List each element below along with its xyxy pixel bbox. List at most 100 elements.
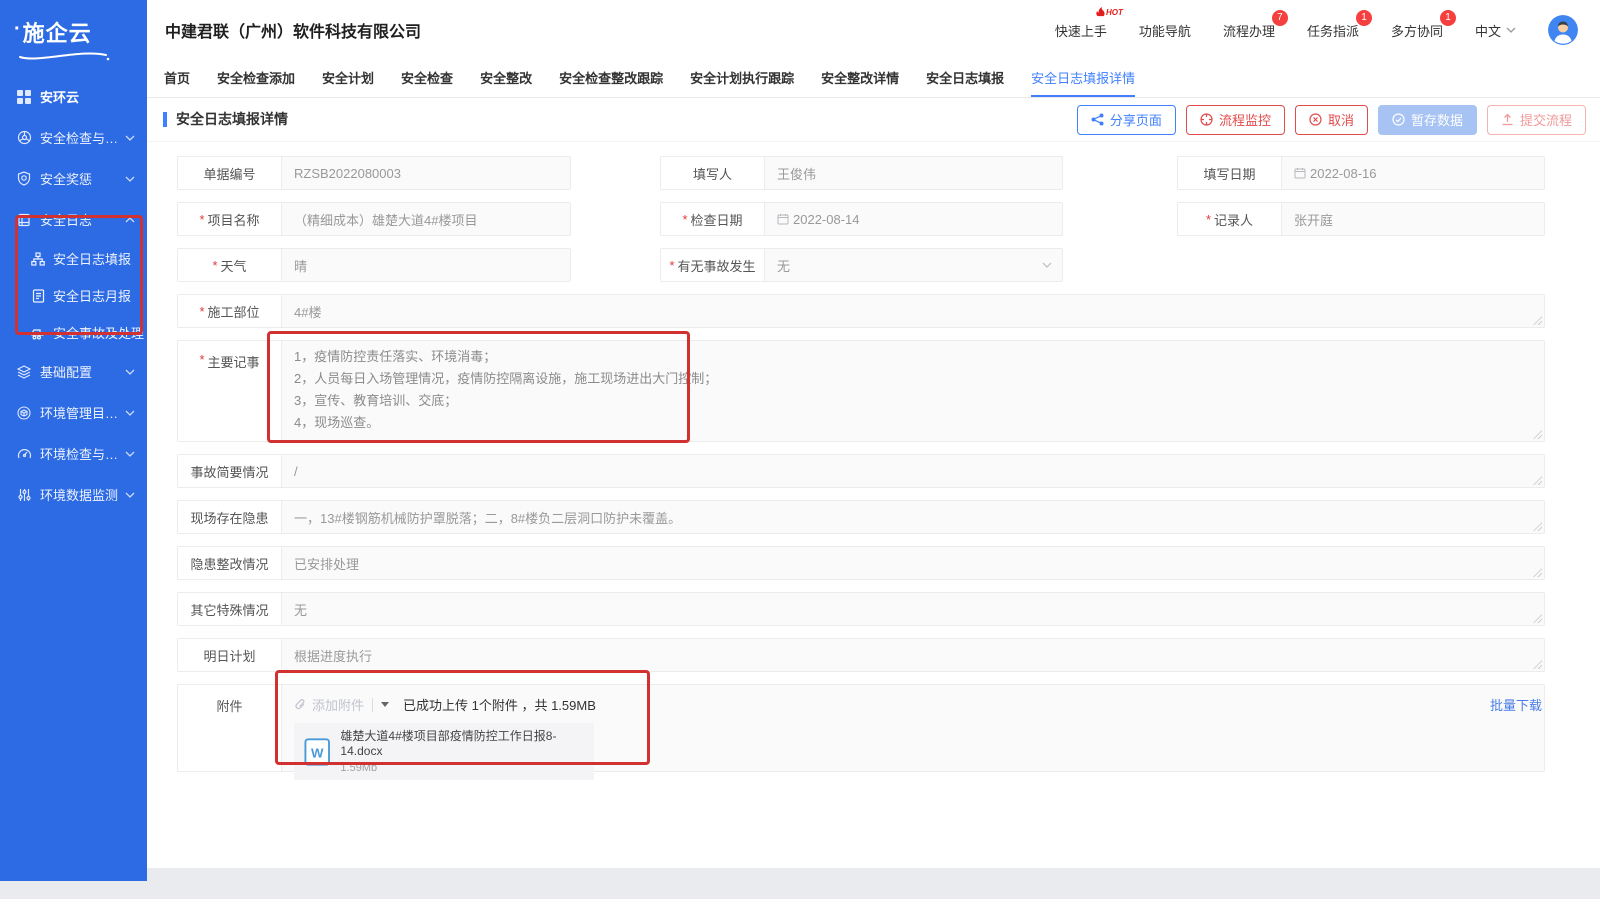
field-label: *记录人 [1178,203,1282,235]
share-icon [1091,113,1104,126]
field-attachment: 附件 添加附件 已成功上传 1个附件 ，共 1.59MB [177,684,1545,772]
paperclip-icon [294,698,306,711]
nav-process-handling[interactable]: 7 流程办理 [1223,21,1275,40]
sidebar-item-label: 环境数据监测 [40,485,125,504]
upload-status-text: 已成功上传 1个附件 ，共 1.59MB [403,695,596,714]
field-label: 填写人 [661,157,765,189]
sidebar-subitem-safety-log-fill[interactable]: 安全日志填报 [0,240,147,277]
process-monitor-button[interactable]: 流程监控 [1186,105,1285,135]
avatar[interactable] [1548,15,1578,45]
sidebar-item-safety-check-rectify[interactable]: 安全检查与整改 [0,117,147,158]
form-row: 其它特殊情况 无 [177,592,1545,626]
nav-label: 功能导航 [1139,24,1191,39]
sidebar-item-safety-log[interactable]: 安全日志 [0,199,147,240]
sidebar-subitem-label: 安全日志月报 [53,286,131,305]
package-icon [16,406,32,420]
nav-task-assign[interactable]: 1 任务指派 [1307,21,1359,40]
field-hazard-rectification: 隐患整改情况 已安排处理 [177,546,1545,580]
hazard-rectification-value[interactable]: 已安排处理 [282,547,1544,579]
accident-occurred-select[interactable]: 无 [765,249,1062,281]
document-number-value[interactable]: RZSB2022080003 [282,157,570,189]
check-circle-icon [1392,113,1405,126]
tab-safety-rectify[interactable]: 安全整改 [480,60,532,97]
monitor-icon [1200,113,1213,126]
tab-safety-log-fill-detail[interactable]: 安全日志填报详情 [1031,60,1135,97]
save-draft-button[interactable]: 暂存数据 [1378,105,1477,135]
nav-multi-collab[interactable]: 1 多方协同 [1391,21,1443,40]
filler-value[interactable]: 王俊伟 [765,157,1062,189]
field-label: *有无事故发生 [661,249,765,281]
submit-process-button[interactable]: 提交流程 [1487,105,1586,135]
content-panel: 单据编号 RZSB2022080003 填写人 王俊伟 填写日期 2022-08… [147,141,1600,868]
sidebar-item-safety-reward[interactable]: 安全奖惩 [0,158,147,199]
tab-home[interactable]: 首页 [164,60,190,97]
tab-safety-plan[interactable]: 安全计划 [322,60,374,97]
share-page-button[interactable]: 分享页面 [1077,105,1176,135]
field-label: *主要记事 [178,341,282,441]
sidebar-subitem-label: 安全日志填报 [53,249,131,268]
other-special-value[interactable]: 无 [282,593,1544,625]
tomorrow-plan-value[interactable]: 根据进度执行 [282,639,1544,671]
nav-quick-start[interactable]: HOT 快速上手 [1055,21,1107,40]
sidebar-subitem-safety-accident[interactable]: 安全事故及处理 [0,314,147,351]
shield-icon [16,171,32,186]
required-mark: * [682,212,687,227]
action-buttons: 分享页面 流程监控 取消 暂存数据 提交流程 [1077,105,1586,135]
tab-safety-check-rectify-track[interactable]: 安全检查整改跟踪 [559,60,663,97]
attachment-file-item[interactable]: W 雄楚大道4#楼项目部疫情防控工作日报8-14.docx 1.59Mb [294,723,594,780]
site-hazards-value[interactable]: 一，13#楼钢筋机械防护罩脱落；二，8#楼负二层洞口防护未覆盖。 [282,501,1544,533]
required-mark: * [199,212,204,227]
sidebar-item-basic-config[interactable]: 基础配置 [0,351,147,392]
sidebar-item-env-data-monitor[interactable]: 环境数据监测 [0,474,147,515]
attachment-area: 添加附件 已成功上传 1个附件 ，共 1.59MB W 雄楚大道4#楼项目部疫情… [282,685,1544,771]
sliders-icon [16,488,32,502]
sidebar-item-label: 环境管理目标与... [40,403,125,422]
chevron-down-icon [125,410,135,416]
file-name: 雄楚大道4#楼项目部疫情防控工作日报8-14.docx [340,729,584,759]
sidebar-item-env-check-rectify[interactable]: 环境检查与整改 [0,433,147,474]
field-label: 现场存在隐患 [178,501,282,533]
file-info: 雄楚大道4#楼项目部疫情防控工作日报8-14.docx 1.59Mb [340,729,584,774]
tab-safety-rectify-detail[interactable]: 安全整改详情 [821,60,899,97]
wheel-icon [16,130,32,145]
divider [372,698,373,712]
tab-bar: 首页 安全检查添加 安全计划 安全检查 安全整改 安全检查整改跟踪 安全计划执行… [147,60,1600,98]
sidebar-menu: 安环云 安全检查与整改 安全奖惩 安全日志 [0,76,147,515]
batch-download-link[interactable]: 批量下载 [1490,695,1542,714]
fill-date-value[interactable]: 2022-08-16 [1282,157,1544,189]
svg-text:W: W [311,745,324,760]
form-row: *主要记事 1，疫情防控责任落实、环境消毒； 2，人员每日入场管理情况，疫情防控… [177,340,1545,442]
tab-safety-plan-exec-track[interactable]: 安全计划执行跟踪 [690,60,794,97]
close-circle-icon [1309,113,1322,126]
sidebar-subitem-safety-log-monthly[interactable]: 安全日志月报 [0,277,147,314]
recorder-value[interactable]: 张开庭 [1282,203,1544,235]
layers-icon [16,365,32,379]
form-row: 事故简要情况 / [177,454,1545,488]
form-row: 隐患整改情况 已安排处理 [177,546,1545,580]
field-tomorrow-plan: 明日计划 根据进度执行 [177,638,1545,672]
project-name-value[interactable]: （精细成本）雄楚大道4#楼项目 [282,203,570,235]
sidebar-item-label: 基础配置 [40,362,125,381]
nav-function-guide[interactable]: 功能导航 [1139,21,1191,40]
main-notes-textarea[interactable]: 1，疫情防控责任落实、环境消毒； 2，人员每日入场管理情况，疫情防控隔离设施，施… [282,341,1544,441]
add-attachment-button[interactable]: 添加附件 [294,695,364,714]
nav-label: 快速上手 [1055,24,1107,39]
field-label: *天气 [178,249,282,281]
nav-label: 多方协同 [1391,24,1443,39]
tab-safety-log-fill[interactable]: 安全日志填报 [926,60,1004,97]
logo-text: 施企云 [23,16,92,48]
tab-safety-check[interactable]: 安全检查 [401,60,453,97]
cancel-button[interactable]: 取消 [1295,105,1368,135]
form-row: *天气 晴 *有无事故发生 无 [177,248,1545,282]
check-date-value[interactable]: 2022-08-14 [765,203,1062,235]
notes-line: 2，人员每日入场管理情况，疫情防控隔离设施，施工现场进出大门控制； [294,368,1532,390]
tab-safety-check-add[interactable]: 安全检查添加 [217,60,295,97]
sidebar-item-anhuanyun[interactable]: 安环云 [0,76,147,117]
weather-value[interactable]: 晴 [282,249,570,281]
required-mark: * [669,258,674,273]
attachment-dropdown-caret[interactable] [381,702,389,707]
construction-part-value[interactable]: 4#楼 [282,295,1544,327]
accident-brief-value[interactable]: / [282,455,1544,487]
sidebar-item-env-target[interactable]: 环境管理目标与... [0,392,147,433]
language-selector[interactable]: 中文 [1475,21,1516,40]
